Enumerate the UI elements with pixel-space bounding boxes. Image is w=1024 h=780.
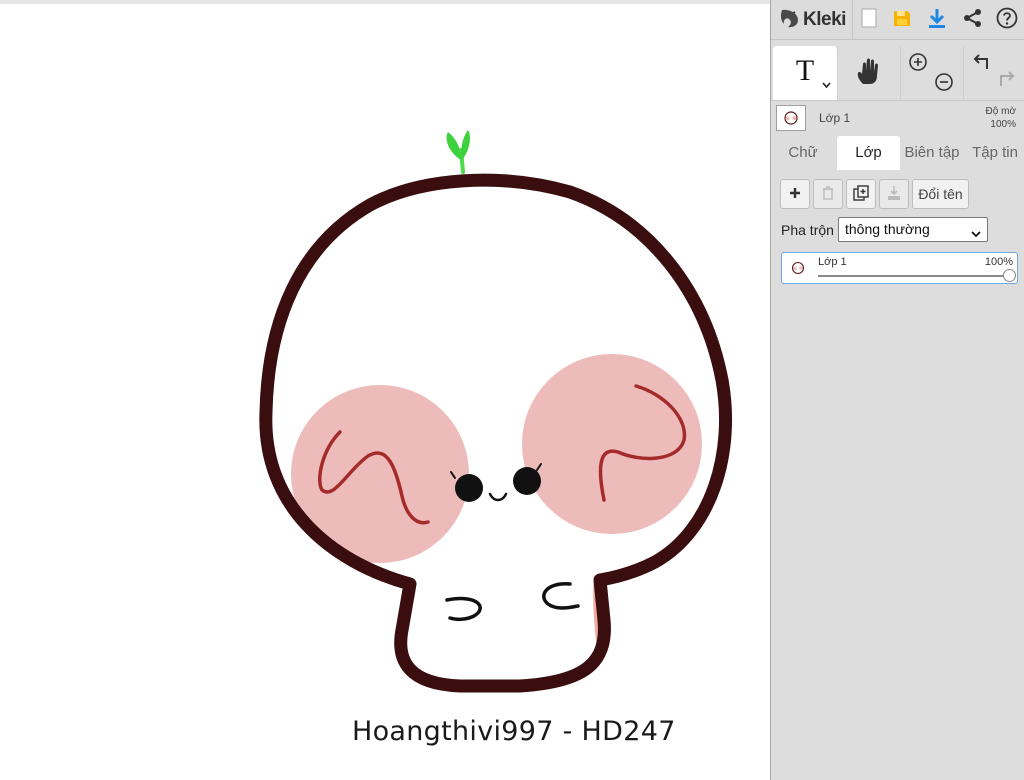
new-image-button[interactable]: [855, 5, 883, 35]
blend-mode-value: thông thường: [845, 221, 930, 237]
merge-layer-button[interactable]: [879, 179, 909, 209]
help-button[interactable]: [993, 5, 1021, 35]
help-icon: [996, 7, 1018, 34]
rename-layer-button[interactable]: Đổi tên: [912, 179, 969, 209]
hand-icon: [855, 56, 883, 91]
undo-redo-buttons[interactable]: [964, 46, 1024, 100]
save-icon: [892, 8, 912, 33]
layer-opacity-readout: Độ mờ 100%: [986, 105, 1016, 131]
tool-row: T: [771, 46, 1024, 100]
current-layer-name: Lớp 1: [819, 111, 851, 125]
text-T-icon: T: [795, 54, 815, 87]
layers-panel: Đổi tên Pha trộn thông thường Lớp 1 100%: [771, 170, 1024, 780]
current-layer-bar: Lớp 1 Độ mờ 100%: [771, 100, 1024, 136]
duplicate-layer-button[interactable]: [846, 179, 876, 209]
new-image-icon: [861, 8, 877, 33]
delete-layer-button[interactable]: [813, 179, 843, 209]
download-button[interactable]: [923, 5, 951, 35]
artwork: [259, 130, 732, 693]
share-icon: [963, 8, 983, 33]
chevron-down-icon[interactable]: [822, 76, 831, 94]
zoom-in-icon[interactable]: [908, 52, 928, 77]
download-icon: [927, 7, 947, 34]
blend-mode-label: Pha trộn: [781, 222, 834, 238]
save-button[interactable]: [888, 5, 916, 35]
tab-file[interactable]: Tập tin: [965, 136, 1024, 170]
topbar-divider: [852, 0, 853, 40]
layer-opacity-handle[interactable]: [1003, 269, 1016, 282]
add-layer-icon: [789, 186, 801, 202]
layer-item-opacity-text: 100%: [984, 256, 1013, 268]
delete-layer-icon: [822, 185, 834, 203]
duplicate-layer-icon: [853, 184, 869, 204]
undo-icon[interactable]: [973, 53, 993, 76]
blend-mode-select[interactable]: thông thường: [838, 217, 988, 242]
tab-text[interactable]: Chữ: [771, 136, 835, 170]
kleki-brand[interactable]: Kleki: [779, 6, 846, 34]
share-button[interactable]: [959, 5, 987, 35]
redo-icon[interactable]: [995, 70, 1015, 93]
layer-thumbnail[interactable]: [776, 105, 806, 131]
layer-item-thumbnail: [787, 258, 809, 278]
panel-tabs: Chữ Lớp Biên tập Tập tin: [771, 136, 1024, 170]
artist-signature: Hoangthivi997 - HD247: [352, 716, 676, 747]
chevron-down-icon: [970, 224, 982, 238]
layer-list-item[interactable]: Lớp 1 100%: [781, 252, 1018, 284]
top-bar: Kleki: [771, 0, 1024, 40]
layer-opacity-fill: [818, 275, 1010, 277]
kleki-logo-icon: [779, 7, 801, 34]
hand-tool-button[interactable]: [838, 46, 900, 100]
layer-item-name: Lớp 1: [818, 256, 847, 268]
side-panel: Kleki T Lớp 1 Độ mờ 100% Chữ Lớp Biên tậ…: [770, 0, 1024, 780]
zoom-out-icon[interactable]: [934, 72, 954, 97]
opacity-label: Độ mờ: [985, 106, 1016, 117]
app-name: Kleki: [803, 9, 846, 30]
opacity-value: 100%: [990, 119, 1016, 130]
tab-layers[interactable]: Lớp: [837, 136, 900, 170]
tab-edit[interactable]: Biên tập: [900, 136, 964, 170]
drawing-canvas[interactable]: Hoangthivi997 - HD247: [0, 0, 770, 780]
text-tool-button[interactable]: T: [773, 46, 837, 100]
add-layer-button[interactable]: [780, 179, 810, 209]
layer-opacity-slider[interactable]: [818, 269, 1016, 282]
merge-layer-icon: [887, 185, 901, 204]
zoom-buttons[interactable]: [901, 46, 963, 100]
